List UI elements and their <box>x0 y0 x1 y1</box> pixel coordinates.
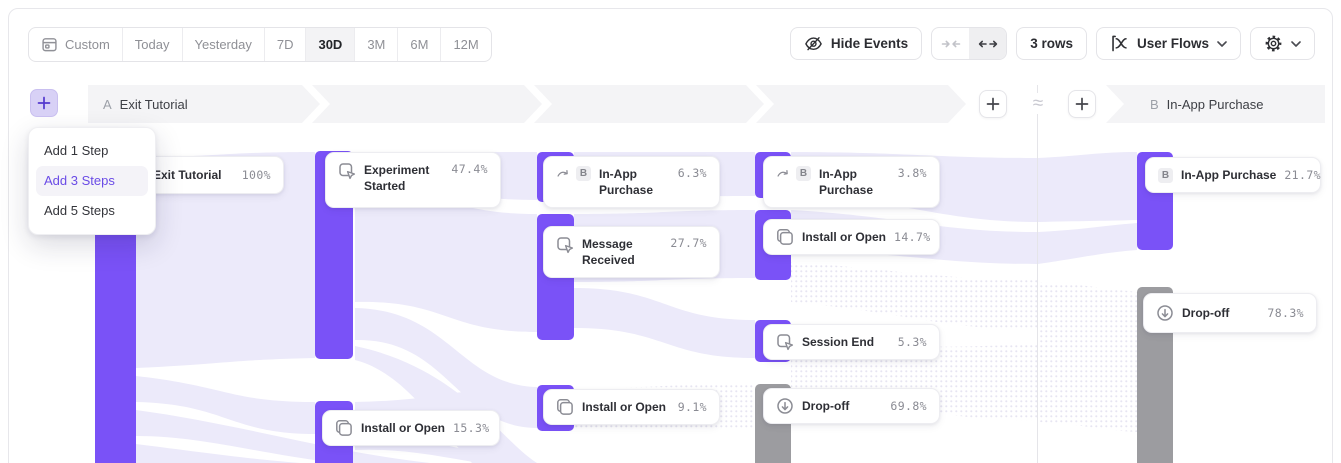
skip-arrow-icon <box>556 166 571 181</box>
node-card-install-or-open-2[interactable]: Install or Open 15.3% <box>322 410 500 446</box>
expand-icon <box>978 37 998 51</box>
node-card-in-app-purchase-3[interactable]: B In-App Purchase 6.3% <box>543 156 720 208</box>
node-card-drop-off-4[interactable]: Drop-off 69.8% <box>763 388 940 424</box>
skip-arrow-icon <box>776 166 791 181</box>
drop-off-icon <box>776 397 794 415</box>
event-badge-b: B <box>1158 168 1173 183</box>
date-range-custom[interactable]: Custom <box>29 28 123 61</box>
node-card-session-end[interactable]: Session End 5.3% <box>763 324 940 360</box>
user-flows-app: Custom Today Yesterday 7D 30D 3M 6M 12M … <box>0 0 1341 463</box>
eye-off-icon <box>804 34 823 53</box>
node-card-in-app-purchase-b[interactable]: B In-App Purchase 21.7% <box>1145 157 1321 193</box>
drop-off-icon <box>1156 304 1174 322</box>
plus-icon <box>986 97 1000 111</box>
date-range-3m[interactable]: 3M <box>355 28 398 61</box>
node-card-in-app-purchase-4[interactable]: B In-App Purchase 3.8% <box>763 156 940 208</box>
install-icon <box>556 398 574 416</box>
add-step-menu: Add 1 Step Add 3 Steps Add 5 Steps <box>28 127 156 235</box>
menu-item-add-5-steps[interactable]: Add 5 Steps <box>36 196 148 226</box>
toolbar-right: Hide Events 3 rows User Flows <box>790 27 1315 60</box>
date-range-6m[interactable]: 6M <box>398 28 441 61</box>
node-card-message-received[interactable]: Message Received 27.7% <box>543 226 720 278</box>
chevron-down-icon <box>1291 41 1301 47</box>
node-card-install-or-open-4[interactable]: Install or Open 14.7% <box>763 219 940 255</box>
approx-icon: ≈ <box>1025 93 1051 114</box>
date-range-30d[interactable]: 30D <box>306 28 355 61</box>
settings-dropdown[interactable] <box>1250 27 1315 60</box>
install-icon <box>335 419 353 437</box>
step-header-b[interactable]: B In-App Purchase <box>1106 85 1325 123</box>
chevron-down-icon <box>1217 41 1227 47</box>
rows-button[interactable]: 3 rows <box>1016 27 1087 60</box>
date-range-7d[interactable]: 7D <box>265 28 307 61</box>
event-icon <box>776 333 794 351</box>
date-range-yesterday[interactable]: Yesterday <box>183 28 265 61</box>
collapse-icon <box>941 37 961 51</box>
menu-item-add-1-step[interactable]: Add 1 Step <box>36 136 148 166</box>
step-a-title: Exit Tutorial <box>120 97 188 112</box>
date-range-selector: Custom Today Yesterday 7D 30D 3M 6M 12M <box>28 27 492 62</box>
install-icon <box>776 228 794 246</box>
plus-icon <box>1075 97 1089 111</box>
step-header-segment-3 <box>534 85 764 123</box>
node-card-drop-off-b[interactable]: Drop-off 78.3% <box>1143 293 1317 333</box>
gear-icon <box>1264 34 1283 53</box>
date-range-12m[interactable]: 12M <box>441 28 490 61</box>
add-step-before-b-button[interactable] <box>1068 90 1096 118</box>
event-icon <box>556 236 574 254</box>
step-header-segment-4 <box>756 85 966 123</box>
plus-icon <box>37 96 51 110</box>
expand-columns-button[interactable] <box>969 28 1006 59</box>
date-range-today[interactable]: Today <box>123 28 183 61</box>
chart-type-dropdown[interactable]: User Flows <box>1096 27 1241 60</box>
event-badge-b: B <box>796 166 811 181</box>
step-b-title: In-App Purchase <box>1167 97 1264 112</box>
event-icon <box>338 162 356 180</box>
add-step-end-button[interactable] <box>979 90 1007 118</box>
step-a-prefix: A <box>103 97 112 112</box>
date-range-label: Custom <box>65 37 110 52</box>
section-divider <box>1037 85 1038 463</box>
node-card-install-or-open-3[interactable]: Install or Open 9.1% <box>543 389 720 425</box>
add-step-button[interactable] <box>30 89 58 117</box>
step-b-prefix: B <box>1150 97 1159 112</box>
node-card-experiment-started[interactable]: Experiment Started 47.4% <box>325 152 501 208</box>
hide-events-button[interactable]: Hide Events <box>790 27 922 60</box>
calendar-icon <box>41 36 58 53</box>
user-flows-icon <box>1110 34 1129 53</box>
step-header-a[interactable]: A Exit Tutorial <box>88 85 320 123</box>
event-badge-b: B <box>576 166 591 181</box>
collapse-columns-button[interactable] <box>932 28 969 59</box>
menu-item-add-3-steps[interactable]: Add 3 Steps <box>36 166 148 196</box>
column-width-control <box>931 27 1007 60</box>
step-header-segment-2 <box>312 85 542 123</box>
